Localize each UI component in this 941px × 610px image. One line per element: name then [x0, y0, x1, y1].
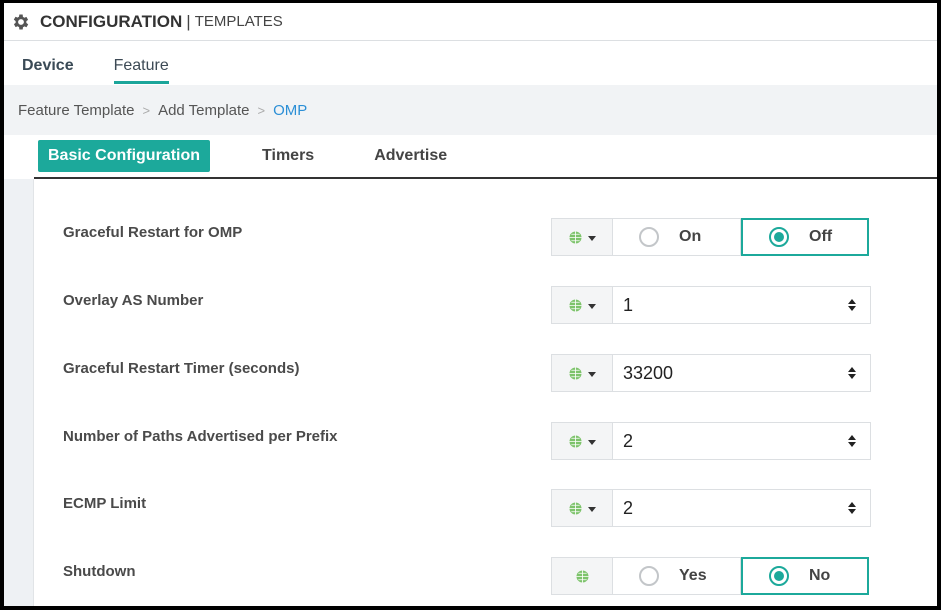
- radio-circle: [639, 566, 659, 586]
- form-row: ECMP Limit 2: [34, 489, 937, 529]
- field-value: 33200: [623, 362, 674, 383]
- form-row: Overlay AS Number 1: [34, 286, 937, 326]
- chevron-down-icon: [587, 303, 596, 309]
- scope-dropdown[interactable]: [551, 286, 613, 324]
- globe-icon: [568, 501, 582, 515]
- radio-circle-selected: [769, 227, 789, 247]
- tab-device[interactable]: Device: [22, 57, 74, 85]
- spinner-icon[interactable]: [848, 435, 856, 447]
- page-subtitle: TEMPLATES: [194, 13, 283, 30]
- breadcrumb: Feature Template > Add Template > OMP: [4, 85, 937, 135]
- tab-timers[interactable]: Timers: [262, 147, 314, 165]
- radio-label: Yes: [679, 567, 707, 584]
- tab-basic-configuration[interactable]: Basic Configuration: [38, 140, 211, 172]
- graceful-restart-control: On Off: [551, 218, 869, 256]
- form-section: Graceful Restart for OMP On Off Overlay …: [34, 181, 937, 606]
- form-row: Number of Paths Advertised per Prefix 2: [34, 422, 937, 462]
- title-separator: |: [186, 11, 191, 31]
- tab-advertise[interactable]: Advertise: [374, 147, 447, 165]
- breadcrumb-omp: OMP: [273, 101, 308, 119]
- radio-label: On: [679, 228, 702, 245]
- form-row: Graceful Restart for OMP On Off: [34, 218, 937, 258]
- field-value: 2: [623, 430, 634, 451]
- field-label: Shutdown: [63, 563, 136, 580]
- chevron-down-icon: [587, 439, 596, 445]
- field-value: 1: [623, 294, 634, 315]
- field-label: Graceful Restart for OMP: [63, 224, 243, 241]
- chevron-down-icon: [587, 371, 596, 377]
- radio-on[interactable]: On: [613, 218, 741, 256]
- radio-circle-selected: [769, 566, 789, 586]
- scope-dropdown[interactable]: [551, 489, 613, 527]
- ecmp-limit-input[interactable]: 2: [613, 489, 871, 527]
- page-title: CONFIGURATION: [40, 11, 183, 31]
- radio-label: No: [809, 567, 831, 584]
- tab-feature[interactable]: Feature: [113, 57, 169, 85]
- field-value: 2: [623, 497, 634, 518]
- scope-indicator: [551, 557, 613, 595]
- globe-icon: [568, 298, 582, 312]
- section-tabs: Basic Configuration Timers Advertise: [34, 135, 937, 179]
- field-label: Number of Paths Advertised per Prefix: [63, 428, 338, 445]
- field-label: Overlay AS Number: [63, 292, 204, 309]
- shutdown-control: Yes No: [551, 557, 869, 595]
- globe-icon: [568, 230, 582, 244]
- radio-yes[interactable]: Yes: [613, 557, 741, 595]
- paths-per-prefix-input[interactable]: 2: [613, 422, 871, 460]
- breadcrumb-feature-template[interactable]: Feature Template: [18, 102, 134, 119]
- chevron-down-icon: [587, 506, 596, 512]
- template-type-tabs: Device Feature: [4, 41, 937, 85]
- radio-no[interactable]: No: [741, 557, 869, 595]
- overlay-as-input[interactable]: 1: [613, 286, 871, 324]
- radio-circle: [639, 227, 659, 247]
- breadcrumb-separator: >: [142, 102, 151, 118]
- app-window: CONFIGURATION | TEMPLATES Device Feature…: [4, 3, 937, 606]
- spinner-icon[interactable]: [848, 299, 856, 311]
- field-label: Graceful Restart Timer (seconds): [63, 360, 300, 377]
- graceful-restart-timer-input[interactable]: 33200: [613, 354, 871, 392]
- gear-icon: [10, 11, 32, 33]
- scope-dropdown[interactable]: [551, 354, 613, 392]
- globe-icon: [575, 569, 589, 583]
- radio-off[interactable]: Off: [741, 218, 869, 256]
- globe-icon: [568, 434, 582, 448]
- ecmp-limit-control: 2: [551, 489, 871, 527]
- overlay-as-control: 1: [551, 286, 871, 324]
- paths-per-prefix-control: 2: [551, 422, 871, 460]
- globe-icon: [568, 366, 582, 380]
- left-gutter: [4, 179, 34, 606]
- graceful-restart-timer-control: 33200: [551, 354, 871, 392]
- spinner-icon[interactable]: [848, 502, 856, 514]
- chevron-down-icon: [587, 235, 596, 241]
- header-bar: CONFIGURATION | TEMPLATES: [4, 3, 937, 41]
- breadcrumb-add-template[interactable]: Add Template: [158, 102, 249, 119]
- form-row: Shutdown Yes No: [34, 557, 937, 597]
- scope-dropdown[interactable]: [551, 422, 613, 460]
- spinner-icon[interactable]: [848, 367, 856, 379]
- scope-dropdown[interactable]: [551, 218, 613, 256]
- field-label: ECMP Limit: [63, 495, 147, 512]
- radio-label: Off: [809, 228, 833, 245]
- form-row: Graceful Restart Timer (seconds) 33200: [34, 354, 937, 394]
- breadcrumb-separator: >: [257, 102, 266, 118]
